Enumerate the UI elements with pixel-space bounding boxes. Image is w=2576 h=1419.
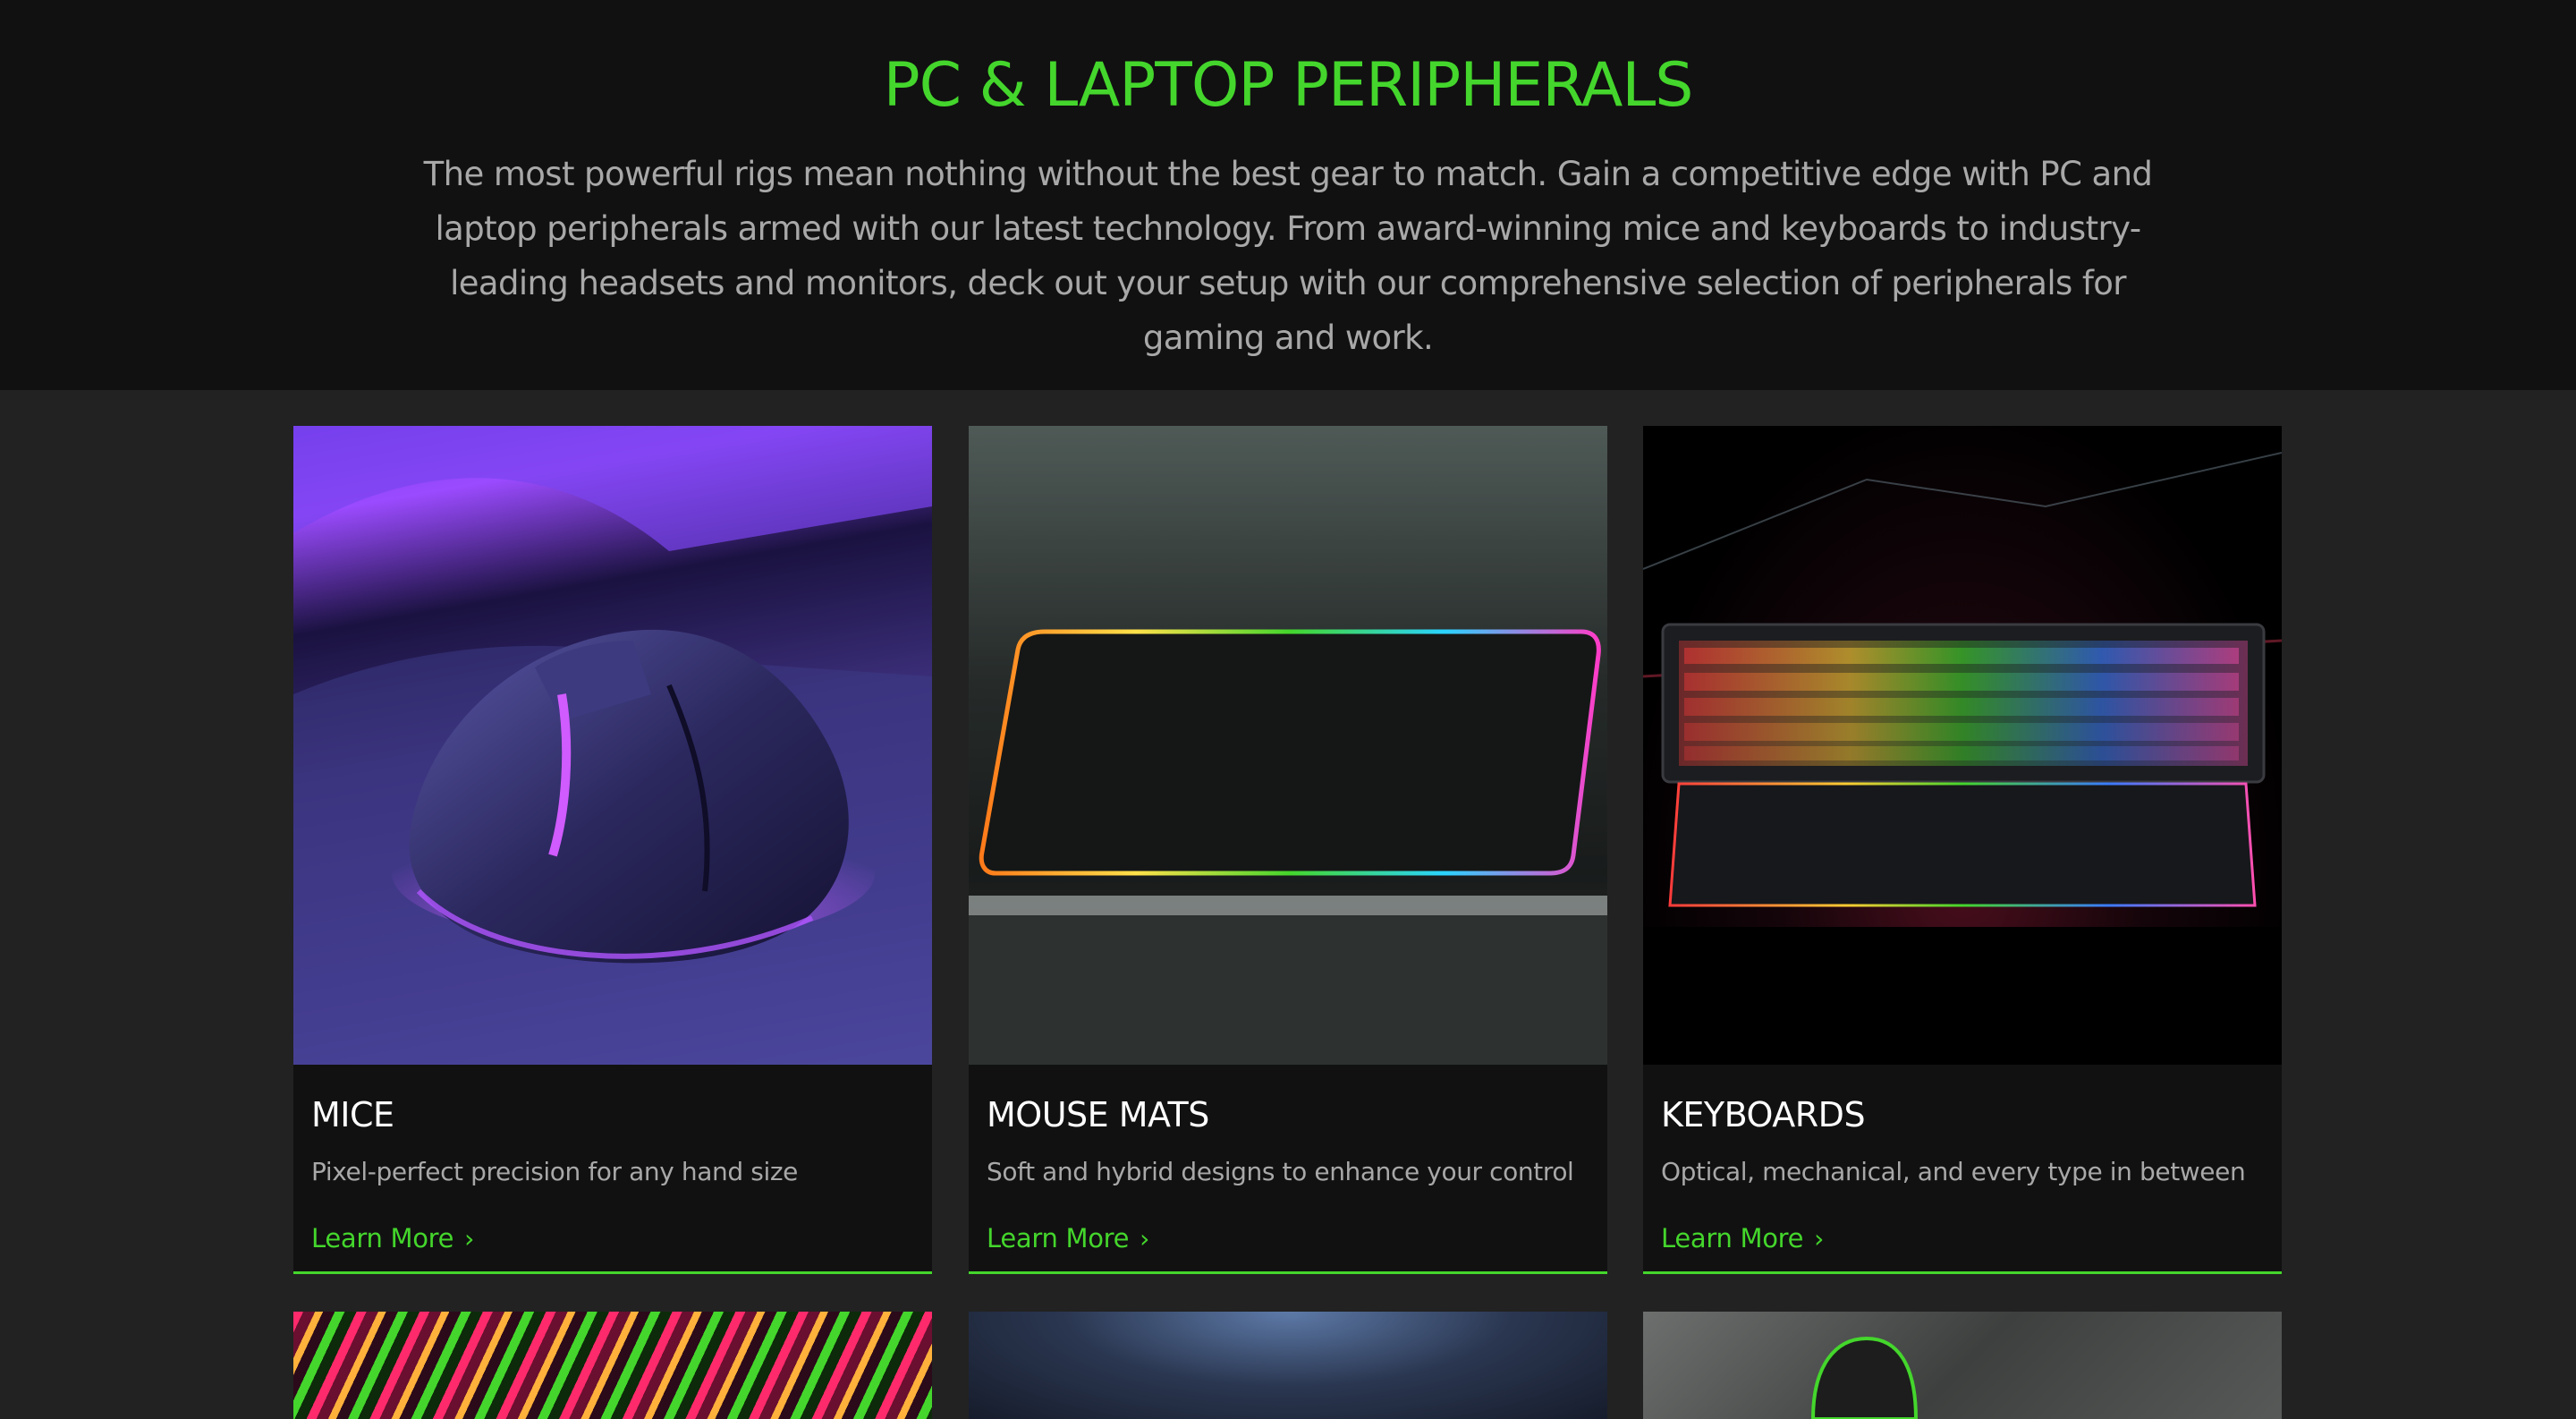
keyboards-learn-more-link[interactable]: Learn More ›: [1661, 1220, 1824, 1257]
category-card-mouse-mats[interactable]: MOUSE MATS Soft and hybrid designs to en…: [969, 426, 1607, 1274]
mouse-mats-learn-more-label: Learn More: [987, 1223, 1130, 1253]
mouse-mats-image[interactable]: [969, 426, 1607, 1065]
row2-1-image[interactable]: [293, 1312, 932, 1419]
category-grid: MICE Pixel-perfect precision for any han…: [0, 390, 2576, 1419]
mice-description: Pixel-perfect precision for any hand siz…: [311, 1157, 798, 1186]
category-card-row2-1[interactable]: [293, 1312, 932, 1419]
gaming-mouse-illustration: [293, 426, 932, 1065]
category-card-row2-3[interactable]: [1643, 1312, 2282, 1419]
keyboards-card-body: KEYBOARDS Optical, mechanical, and every…: [1643, 1065, 2282, 1274]
keyboards-learn-more-label: Learn More: [1661, 1223, 1804, 1253]
rgb-keyboard-illustration: [1643, 452, 2282, 1065]
chevron-right-icon: ›: [1140, 1224, 1150, 1253]
mouse-mats-description: Soft and hybrid designs to enhance your …: [987, 1157, 1574, 1186]
mice-learn-more-label: Learn More: [311, 1223, 454, 1253]
hero-section: PC & LAPTOP PERIPHERALS The most powerfu…: [0, 0, 2576, 390]
gaming-chair-illustration: [1810, 1336, 1919, 1419]
mice-card-body: MICE Pixel-perfect precision for any han…: [293, 1065, 932, 1274]
mouse-mats-learn-more-link[interactable]: Learn More ›: [987, 1220, 1149, 1257]
category-card-mice[interactable]: MICE Pixel-perfect precision for any han…: [293, 426, 932, 1274]
category-card-row2-2[interactable]: [969, 1312, 1607, 1419]
rgb-mouse-mat-illustration: [969, 426, 1607, 1065]
keyboards-image[interactable]: [1643, 426, 2282, 1065]
row2-2-image[interactable]: [969, 1312, 1607, 1419]
category-card-keyboards[interactable]: KEYBOARDS Optical, mechanical, and every…: [1643, 426, 2282, 1274]
page-title: PC & LAPTOP PERIPHERALS: [883, 50, 1694, 121]
page-intro: The most powerful rigs mean nothing with…: [423, 155, 2153, 357]
keyboards-description: Optical, mechanical, and every type in b…: [1661, 1157, 2246, 1186]
chevron-right-icon: ›: [464, 1224, 475, 1253]
row2-3-image[interactable]: [1643, 1312, 2282, 1419]
mice-learn-more-link[interactable]: Learn More ›: [311, 1220, 474, 1257]
mouse-mats-card-body: MOUSE MATS Soft and hybrid designs to en…: [969, 1065, 1607, 1274]
mice-title: MICE: [311, 1095, 394, 1134]
mice-image[interactable]: [293, 426, 932, 1065]
keyboards-title: KEYBOARDS: [1661, 1095, 1866, 1134]
mouse-mats-title: MOUSE MATS: [987, 1095, 1209, 1134]
chevron-right-icon: ›: [1814, 1224, 1825, 1253]
